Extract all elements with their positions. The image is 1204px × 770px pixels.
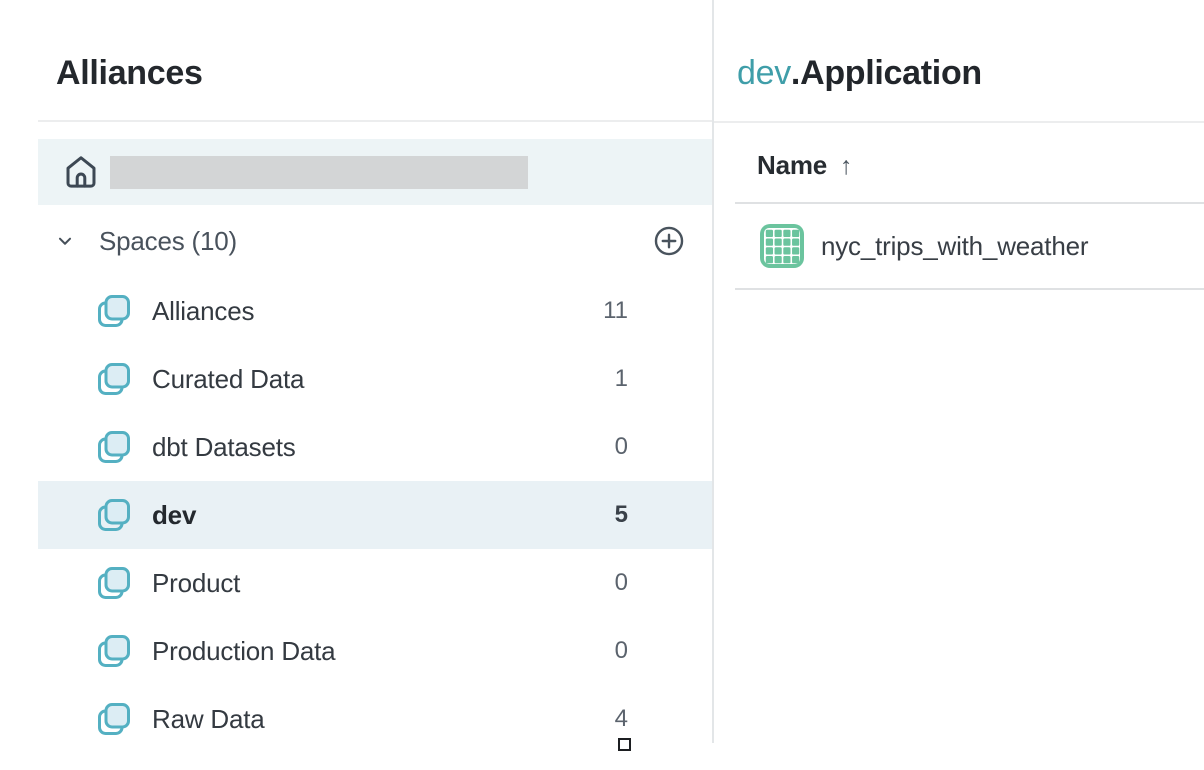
table-row-divider <box>735 288 1204 290</box>
space-count: 4 <box>615 705 628 733</box>
space-row-product[interactable]: Product 0 <box>38 549 713 617</box>
add-space-button[interactable] <box>652 224 686 258</box>
space-icon <box>95 360 133 398</box>
space-row-raw-data[interactable]: Raw Data 4 <box>38 685 713 753</box>
dataset-name[interactable]: nyc_trips_with_weather <box>821 231 1088 262</box>
space-count: 0 <box>615 433 628 461</box>
breadcrumb: dev.Application <box>737 56 982 90</box>
content-panel: dev.Application Name ↑ nyc_trips_with_we… <box>714 0 1204 770</box>
redacted-text-placeholder <box>110 156 528 189</box>
stray-square-artifact <box>618 738 631 751</box>
dataset-row-nyc-trips-with-weather[interactable]: nyc_trips_with_weather <box>760 224 1200 268</box>
sort-ascending-icon: ↑ <box>840 152 853 181</box>
home-icon <box>62 153 100 191</box>
space-label: dbt Datasets <box>152 432 296 463</box>
space-count: 5 <box>615 501 628 529</box>
space-label: Product <box>152 568 240 599</box>
chevron-down-icon[interactable] <box>54 230 76 252</box>
sidebar-title: Alliances <box>56 56 203 90</box>
space-count: 0 <box>615 637 628 665</box>
home-nav-row[interactable] <box>38 139 713 205</box>
space-icon <box>95 700 133 738</box>
space-label: Alliances <box>152 296 254 327</box>
space-icon <box>95 564 133 602</box>
breadcrumb-space-link[interactable]: dev <box>737 54 791 92</box>
space-icon <box>95 292 133 330</box>
space-label: Curated Data <box>152 364 304 395</box>
dataset-table-icon <box>760 224 804 268</box>
space-row-curated-data[interactable]: Curated Data 1 <box>38 345 713 413</box>
content-header-divider <box>714 121 1204 123</box>
name-column-label: Name <box>757 150 827 181</box>
space-count: 11 <box>603 297 628 325</box>
name-column-header[interactable]: Name ↑ <box>757 150 853 181</box>
sidebar-header-divider <box>38 120 713 122</box>
space-icon <box>95 496 133 534</box>
spaces-sidebar: Alliances Spaces (10) Alliances 11 Curat <box>0 0 713 770</box>
space-row-dbt-datasets[interactable]: dbt Datasets 0 <box>38 413 713 481</box>
space-icon <box>95 632 133 670</box>
space-label: Production Data <box>152 636 335 667</box>
plus-circle-icon <box>652 224 686 258</box>
space-row-alliances[interactable]: Alliances 11 <box>38 277 713 345</box>
space-row-dev[interactable]: dev 5 <box>38 481 713 549</box>
space-row-production-data[interactable]: Production Data 0 <box>38 617 713 685</box>
space-icon <box>95 428 133 466</box>
table-header-divider <box>735 202 1204 204</box>
space-label: Raw Data <box>152 704 265 735</box>
spaces-tree-header[interactable]: Spaces (10) <box>38 221 713 261</box>
spaces-header-label: Spaces (10) <box>99 226 237 257</box>
space-count: 1 <box>615 365 628 393</box>
space-label: dev <box>152 500 196 531</box>
space-count: 0 <box>615 569 628 597</box>
space-list: Alliances 11 Curated Data 1 dbt Datasets… <box>38 277 713 753</box>
breadcrumb-current: .Application <box>791 54 982 92</box>
